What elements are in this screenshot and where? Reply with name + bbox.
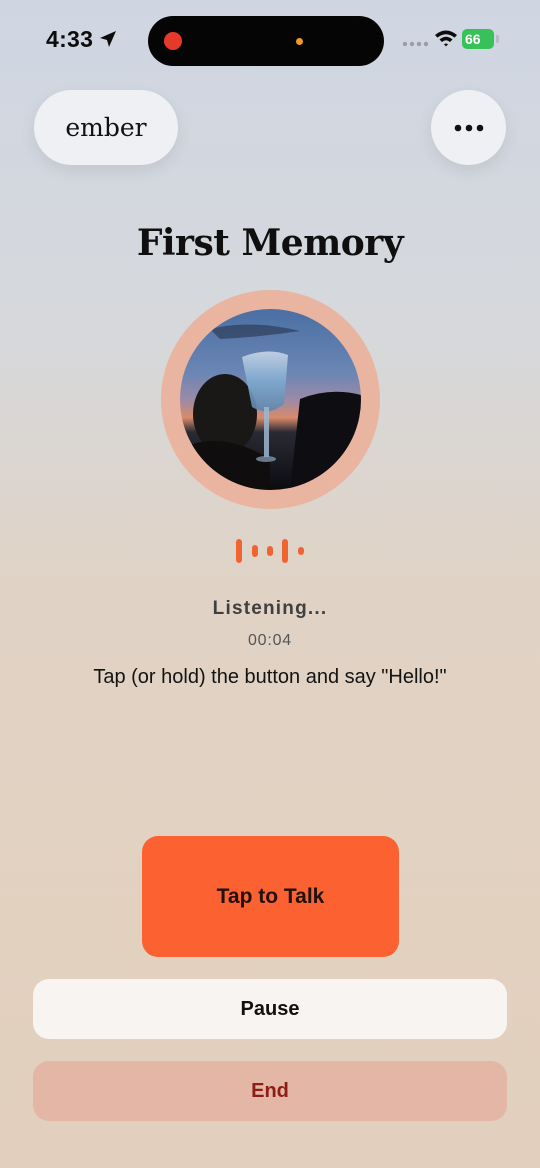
instruction-text: Tap (or hold) the button and say "Hello!… [93, 666, 447, 688]
tap-to-talk-label: Tap to Talk [216, 884, 325, 908]
status-bar: 4:33 66 [0, 0, 540, 80]
battery-nub [496, 35, 499, 43]
brand-label: ember [65, 113, 147, 142]
brand-button[interactable]: ember [34, 90, 178, 165]
status-time: 4:33 [46, 26, 94, 52]
avatar [161, 290, 380, 509]
wifi-icon [435, 30, 457, 47]
end-button[interactable]: End [33, 1061, 507, 1121]
location-arrow-icon [100, 31, 116, 47]
battery-charging-icon: 66 [462, 29, 494, 49]
recording-indicator-icon [164, 32, 182, 50]
battery-level: 66 [465, 31, 481, 47]
microphone-indicator-icon [296, 38, 303, 45]
elapsed-timer: 00:04 [247, 632, 293, 649]
pause-label: Pause [240, 997, 300, 1020]
ellipsis-icon [454, 124, 483, 131]
end-label: End [251, 1079, 289, 1102]
listening-status: Listening... [212, 598, 328, 619]
more-options-button[interactable] [431, 90, 506, 165]
dynamic-island [148, 16, 384, 66]
tap-to-talk-button[interactable]: Tap to Talk [142, 836, 399, 957]
page-title: First Memory [136, 222, 404, 264]
cellular-signal-icon [402, 41, 429, 47]
pause-button[interactable]: Pause [33, 979, 507, 1039]
wine-glass-sunset-image [180, 309, 361, 490]
voice-waveform-icon [236, 539, 304, 563]
avatar-photo [180, 309, 361, 490]
